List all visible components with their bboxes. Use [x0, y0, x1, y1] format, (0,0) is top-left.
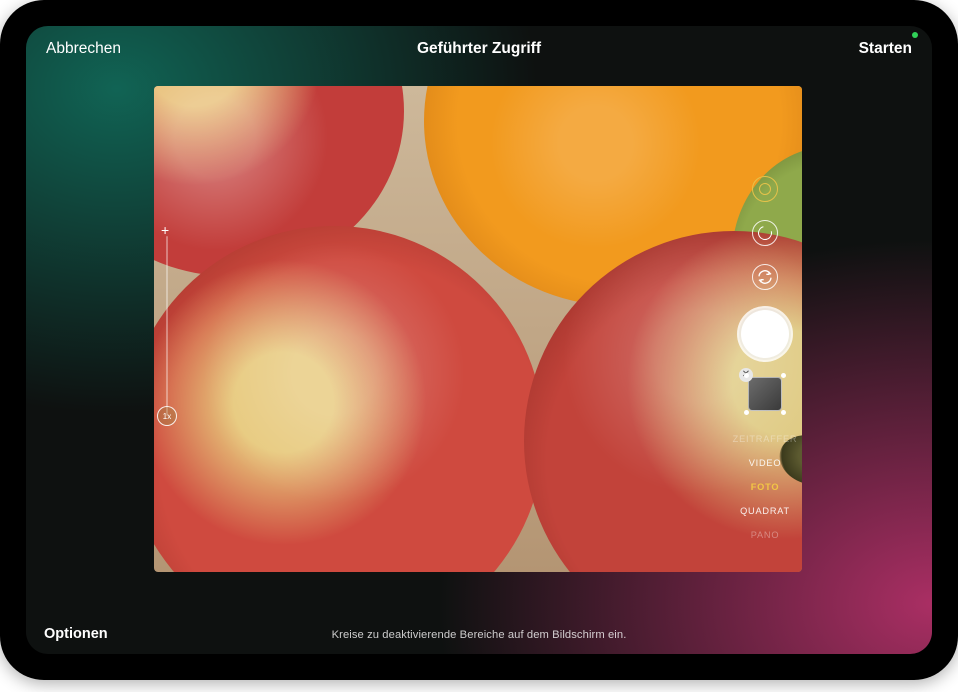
app-preview[interactable]: + 1x ✕: [154, 86, 802, 572]
thumbnail-image: [748, 377, 782, 411]
timer-icon[interactable]: [752, 220, 778, 246]
page-title: Geführter Zugriff: [417, 40, 541, 58]
last-photo-thumbnail[interactable]: ✕: [745, 374, 785, 414]
camera-mode-picker[interactable]: ZEITRAFFER VIDEO FOTO QUADRAT PANO: [733, 434, 798, 540]
zoom-knob[interactable]: 1x: [157, 406, 177, 426]
start-button[interactable]: Starten: [853, 26, 918, 72]
selection-handle-icon: [781, 373, 786, 378]
mode-video[interactable]: VIDEO: [749, 458, 782, 468]
mode-timelapse[interactable]: ZEITRAFFER: [733, 434, 798, 444]
mode-pano[interactable]: PANO: [751, 530, 780, 540]
mode-photo[interactable]: FOTO: [751, 482, 780, 492]
cancel-button[interactable]: Abbrechen: [40, 26, 127, 72]
selection-handle-icon: [744, 373, 749, 378]
camera-switch-icon[interactable]: [752, 264, 778, 290]
camera-side-controls: ✕ ZEITRAFFER VIDEO FOTO QUADRAT PANO: [728, 86, 802, 572]
zoom-slider[interactable]: [166, 236, 168, 416]
footer: Optionen Kreise zu deaktivierende Bereic…: [26, 608, 932, 654]
camera-viewfinder: [154, 86, 802, 572]
ipad-frame: Abbrechen Geführter Zugriff Starten + 1x: [0, 0, 958, 680]
live-photo-icon[interactable]: [752, 176, 778, 202]
selection-handle-icon: [781, 410, 786, 415]
instruction-text: Kreise zu deaktivierende Bereiche auf de…: [26, 629, 932, 641]
selection-handle-icon: [744, 410, 749, 415]
nav-bar: Abbrechen Geführter Zugriff Starten: [26, 26, 932, 72]
mode-square[interactable]: QUADRAT: [740, 506, 790, 516]
screen: Abbrechen Geführter Zugriff Starten + 1x: [26, 26, 932, 654]
shutter-button[interactable]: [741, 310, 789, 358]
